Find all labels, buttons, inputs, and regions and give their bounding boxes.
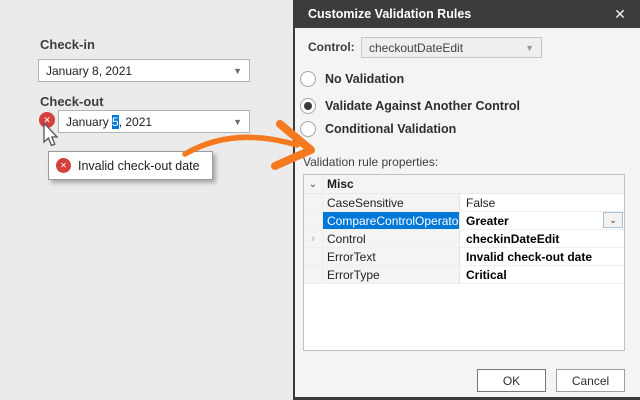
property-row-comparecontroloperator[interactable]: CompareControlOperator Greater ⌄ bbox=[304, 212, 624, 230]
radio-icon[interactable] bbox=[300, 121, 316, 137]
property-row-control[interactable]: › Control checkinDateEdit bbox=[304, 230, 624, 248]
control-combobox-value: checkoutDateEdit bbox=[369, 41, 463, 55]
radio-icon-selected[interactable] bbox=[300, 98, 316, 114]
control-label: Control: bbox=[308, 40, 355, 54]
validation-rule-properties-label: Validation rule properties: bbox=[303, 155, 438, 169]
property-row-errortext[interactable]: ErrorText Invalid check-out date bbox=[304, 248, 624, 266]
property-name[interactable]: Control bbox=[323, 230, 460, 247]
dialog-title: Customize Validation Rules bbox=[308, 7, 471, 21]
customize-validation-rules-dialog: Customize Validation Rules ✕ Control: ch… bbox=[293, 0, 640, 400]
error-icon: ✕ bbox=[39, 112, 55, 128]
property-name[interactable]: CaseSensitive bbox=[323, 194, 460, 211]
value-dropdown-button[interactable]: ⌄ bbox=[603, 212, 623, 228]
cancel-button[interactable]: Cancel bbox=[556, 369, 625, 392]
radio-conditional-validation[interactable]: Conditional Validation bbox=[300, 120, 456, 138]
property-row-errortype[interactable]: ErrorType Critical bbox=[304, 266, 624, 284]
property-category-misc[interactable]: ⌄ Misc bbox=[304, 175, 624, 194]
checkout-label: Check-out bbox=[40, 94, 104, 109]
property-value[interactable]: Greater ⌄ bbox=[460, 212, 624, 229]
checkin-date-edit[interactable]: January 8, 2021 ▼ bbox=[38, 59, 250, 82]
screenshot-root: Check-in January 8, 2021 ▼ Check-out ✕ J… bbox=[0, 0, 640, 400]
property-name[interactable]: CompareControlOperator bbox=[323, 212, 460, 229]
dropdown-arrow-icon[interactable]: ▼ bbox=[233, 66, 242, 76]
property-value[interactable]: Critical bbox=[460, 266, 624, 283]
checkout-date-edit[interactable]: January 5, 2021 ▼ bbox=[58, 110, 250, 133]
checkout-date-value: January 5, 2021 bbox=[66, 115, 152, 129]
selected-text: 5 bbox=[112, 115, 119, 129]
property-row-casesensitive[interactable]: CaseSensitive False bbox=[304, 194, 624, 212]
radio-label: Conditional Validation bbox=[325, 122, 456, 136]
dropdown-arrow-icon[interactable]: ▼ bbox=[233, 117, 242, 127]
tooltip-text: Invalid check-out date bbox=[78, 159, 200, 173]
ok-button[interactable]: OK bbox=[477, 369, 546, 392]
error-icon: ✕ bbox=[56, 158, 71, 173]
radio-label: No Validation bbox=[325, 72, 404, 86]
chevron-right-icon[interactable]: › bbox=[311, 233, 315, 245]
chevron-down-icon[interactable]: ⌄ bbox=[304, 175, 323, 193]
radio-icon[interactable] bbox=[300, 71, 316, 87]
category-name: Misc bbox=[323, 175, 460, 193]
property-value[interactable]: checkinDateEdit bbox=[460, 230, 624, 247]
checkin-label: Check-in bbox=[40, 37, 95, 52]
error-tooltip: ✕ Invalid check-out date bbox=[48, 151, 213, 180]
dropdown-arrow-icon: ▼ bbox=[525, 43, 534, 53]
dialog-titlebar[interactable]: Customize Validation Rules bbox=[295, 0, 640, 28]
property-value[interactable]: False bbox=[460, 194, 624, 211]
property-grid: ⌄ Misc CaseSensitive False CompareContro… bbox=[303, 174, 625, 351]
radio-label: Validate Against Another Control bbox=[325, 99, 520, 113]
property-name[interactable]: ErrorText bbox=[323, 248, 460, 265]
checkin-date-value: January 8, 2021 bbox=[46, 64, 132, 78]
property-value[interactable]: Invalid check-out date bbox=[460, 248, 624, 265]
radio-no-validation[interactable]: No Validation bbox=[300, 70, 404, 88]
close-icon[interactable]: ✕ bbox=[610, 4, 630, 24]
control-combobox: checkoutDateEdit ▼ bbox=[361, 37, 542, 58]
radio-validate-against-another-control[interactable]: Validate Against Another Control bbox=[300, 97, 520, 115]
property-name[interactable]: ErrorType bbox=[323, 266, 460, 283]
